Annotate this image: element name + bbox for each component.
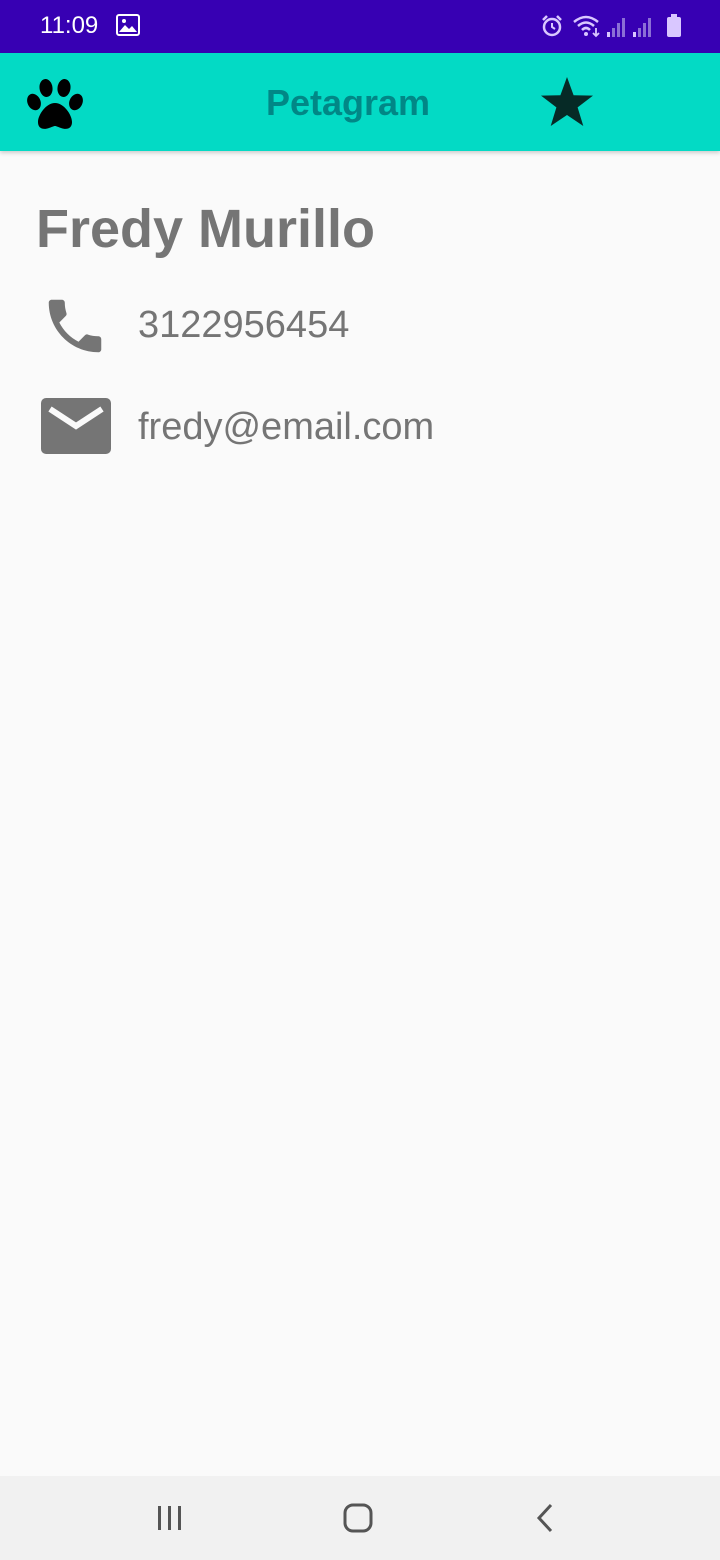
favorites-button[interactable]	[538, 75, 596, 134]
email-address: fredy@email.com	[138, 406, 435, 448]
recent-apps-icon	[158, 1506, 181, 1530]
app-bar: Petagram	[0, 53, 720, 151]
star-icon	[541, 77, 593, 126]
home-button[interactable]	[338, 1498, 378, 1543]
phone-icon	[48, 299, 102, 353]
home-icon	[343, 1503, 373, 1533]
status-time: 11:09	[40, 12, 99, 39]
wifi-icon	[573, 15, 600, 38]
back-icon	[536, 1503, 553, 1533]
status-bar: 11:09	[0, 0, 720, 53]
battery-icon	[667, 14, 681, 37]
signal-icon	[633, 18, 651, 37]
phone-number: 3122956454	[138, 304, 350, 346]
signal-icon	[607, 18, 625, 37]
email-icon	[41, 398, 111, 454]
email-row[interactable]: fredy@email.com	[0, 389, 720, 469]
contact-name: Fredy Murillo	[36, 199, 376, 259]
phone-row[interactable]: 3122956454	[0, 285, 720, 365]
back-button[interactable]	[526, 1498, 566, 1543]
alarm-icon	[542, 15, 562, 37]
navigation-bar	[0, 1476, 720, 1560]
gallery-icon	[116, 14, 140, 36]
recent-apps-button[interactable]	[150, 1498, 190, 1543]
